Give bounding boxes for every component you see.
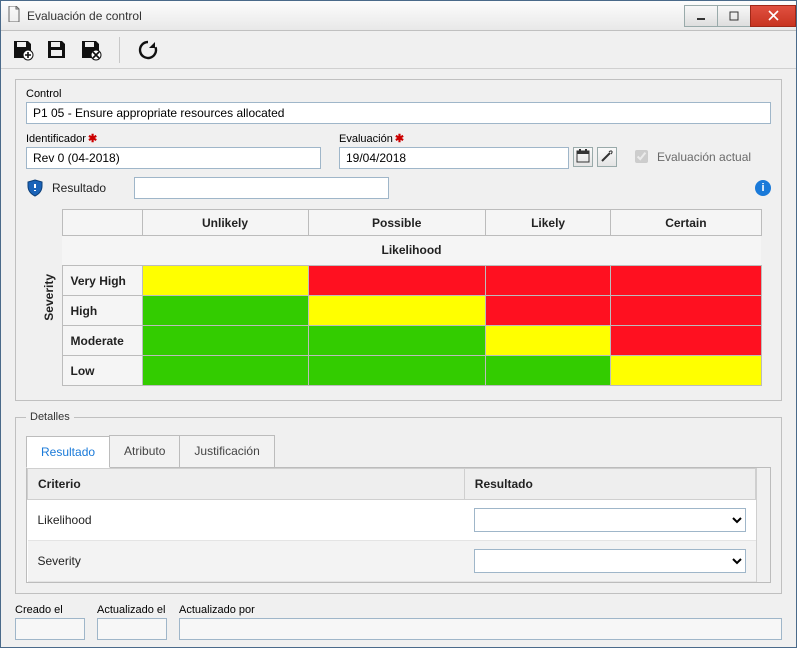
tab-panel-resultado: Criterio Resultado Likelihood Severity: [26, 468, 771, 583]
tab-justificacion[interactable]: Justificación: [179, 435, 274, 467]
table-row: Likelihood: [28, 500, 756, 541]
creado-input[interactable]: [15, 618, 85, 640]
required-icon: ✱: [88, 132, 97, 145]
actualizado-label: Actualizado el: [97, 604, 167, 616]
titlebar-left: Evaluación de control: [1, 6, 142, 25]
document-icon: [7, 6, 21, 25]
matrix-cell[interactable]: [142, 326, 308, 356]
row-header: High: [62, 296, 142, 326]
likelihood-select[interactable]: [474, 508, 745, 532]
criteria-header-criterio: Criterio: [28, 469, 465, 500]
evaluacion-label: Evaluación✱: [339, 132, 751, 145]
refresh-button[interactable]: [136, 38, 160, 62]
evaluacion-actual-check[interactable]: Evaluación actual: [631, 147, 751, 166]
criteria-label: Likelihood: [28, 500, 465, 541]
tabs: Resultado Atributo Justificación: [26, 435, 771, 468]
resultado-input[interactable]: [134, 177, 389, 199]
minimize-button[interactable]: [684, 5, 718, 27]
matrix-table: Likelihood Unlikely Possible Likely Cert…: [62, 209, 762, 386]
save-button[interactable]: [45, 38, 69, 62]
maximize-button[interactable]: [717, 5, 751, 27]
evaluacion-field: Evaluación✱ Evaluación actual: [339, 132, 751, 169]
footer-row: Creado el Actualizado el Actualizado por: [15, 604, 782, 640]
matrix-cell[interactable]: [142, 296, 308, 326]
control-field: Control: [26, 88, 771, 124]
window-title: Evaluación de control: [27, 9, 142, 23]
col-header: Certain: [611, 210, 761, 236]
save-new-button[interactable]: [11, 38, 35, 62]
row-header: Low: [62, 356, 142, 386]
evaluacion-input[interactable]: [339, 147, 569, 169]
actualizado-field: Actualizado el: [97, 604, 167, 640]
criteria-table: Criterio Resultado Likelihood Severity: [27, 468, 756, 582]
delete-button[interactable]: [79, 38, 103, 62]
matrix-corner: [62, 210, 142, 236]
actualizado-por-field: Actualizado por: [179, 604, 782, 640]
toolbar: [1, 31, 796, 69]
tab-resultado[interactable]: Resultado: [26, 436, 110, 468]
wand-icon: [600, 149, 614, 166]
matrix-cell[interactable]: [611, 266, 761, 296]
tab-atributo[interactable]: Atributo: [109, 435, 180, 467]
calendar-button[interactable]: [573, 147, 593, 167]
identificador-input[interactable]: [26, 147, 321, 169]
col-header: Likely: [485, 210, 610, 236]
matrix-cell[interactable]: [308, 296, 485, 326]
evaluacion-actual-checkbox[interactable]: [635, 150, 648, 163]
matrix-cell[interactable]: [611, 296, 761, 326]
likelihood-axis-label: Likelihood: [62, 236, 761, 266]
matrix-cell[interactable]: [485, 356, 610, 386]
info-button[interactable]: i: [755, 180, 771, 196]
control-label: Control: [26, 88, 771, 100]
resultado-label: Resultado: [52, 181, 106, 195]
actualizado-por-label: Actualizado por: [179, 604, 782, 616]
wand-button[interactable]: [597, 147, 617, 167]
criteria-header-resultado: Resultado: [464, 469, 755, 500]
detalles-legend: Detalles: [26, 411, 74, 423]
matrix-cell[interactable]: [485, 266, 610, 296]
matrix-cell[interactable]: [308, 326, 485, 356]
actualizado-por-input[interactable]: [179, 618, 782, 640]
criteria-label: Severity: [28, 541, 465, 582]
identificador-label: Identificador✱: [26, 132, 321, 145]
main-panel: Control Identificador✱ Evaluación✱: [15, 79, 782, 401]
matrix-cell[interactable]: [485, 296, 610, 326]
content: Control Identificador✱ Evaluación✱: [1, 69, 796, 647]
window: Evaluación de control Control: [0, 0, 797, 648]
window-controls: [685, 5, 796, 27]
col-header: Unlikely: [142, 210, 308, 236]
matrix-cell[interactable]: [142, 266, 308, 296]
matrix-cell[interactable]: [308, 266, 485, 296]
matrix-cell[interactable]: [611, 356, 761, 386]
row-header: Moderate: [62, 326, 142, 356]
risk-matrix: Severity Likelihood Unlikely Possible Li…: [26, 209, 771, 386]
matrix-cell[interactable]: [308, 356, 485, 386]
identificador-field: Identificador✱: [26, 132, 321, 169]
close-button[interactable]: [750, 5, 796, 27]
shield-icon: [26, 179, 44, 197]
info-icon: i: [761, 182, 764, 194]
titlebar: Evaluación de control: [1, 1, 796, 31]
matrix-cell[interactable]: [485, 326, 610, 356]
scrollbar[interactable]: [756, 468, 770, 582]
matrix-cell[interactable]: [611, 326, 761, 356]
creado-field: Creado el: [15, 604, 85, 640]
severity-axis-label: Severity: [36, 274, 62, 321]
evaluacion-actual-label: Evaluación actual: [657, 150, 751, 164]
actualizado-input[interactable]: [97, 618, 167, 640]
detalles-panel: Detalles Resultado Atributo Justificació…: [15, 411, 782, 594]
toolbar-separator: [119, 37, 120, 63]
creado-label: Creado el: [15, 604, 85, 616]
table-row: Severity: [28, 541, 756, 582]
calendar-icon: [576, 149, 590, 166]
col-header: Possible: [308, 210, 485, 236]
row-header: Very High: [62, 266, 142, 296]
severity-select[interactable]: [474, 549, 745, 573]
control-input[interactable]: [26, 102, 771, 124]
matrix-cell[interactable]: [142, 356, 308, 386]
required-icon: ✱: [395, 132, 404, 145]
resultado-row: Resultado i: [26, 177, 771, 199]
